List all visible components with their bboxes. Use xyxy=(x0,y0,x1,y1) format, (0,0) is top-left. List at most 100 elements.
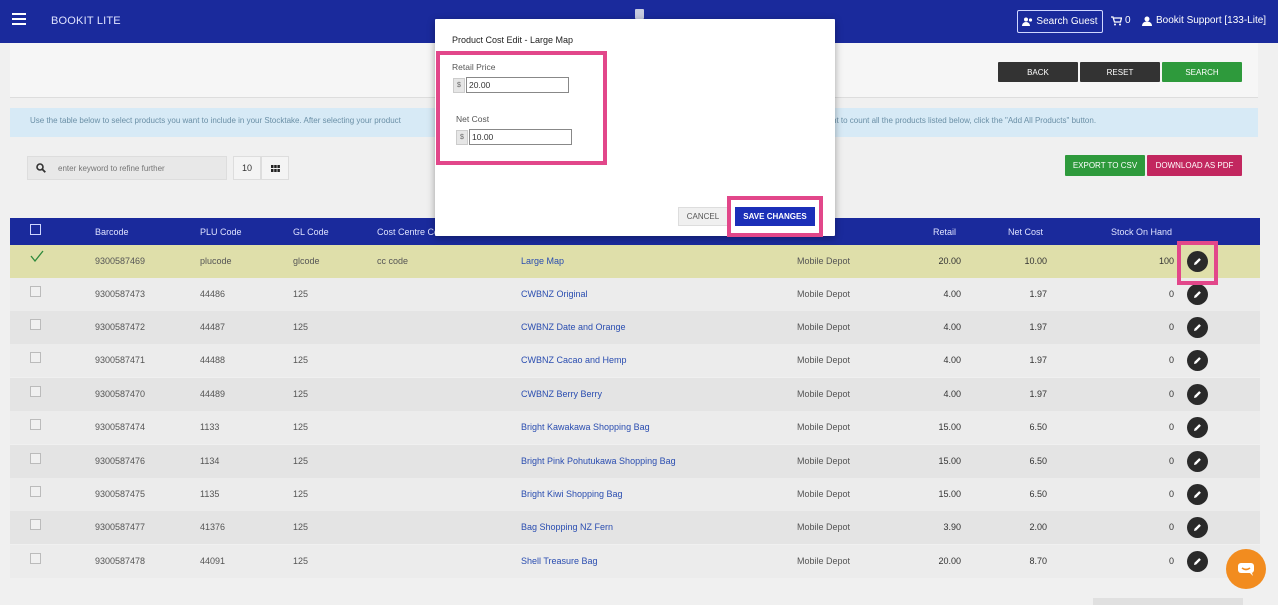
row-checkbox[interactable] xyxy=(30,319,41,330)
header-cost-centre[interactable]: Cost Centre Co xyxy=(377,227,439,237)
edit-button[interactable] xyxy=(1187,384,1208,405)
page-size-select[interactable]: 10 xyxy=(233,156,261,180)
pencil-icon xyxy=(1194,324,1201,331)
table-row[interactable]: 9300587475 1135 125 Bright Kiwi Shopping… xyxy=(10,478,1260,511)
cell-supplier: Mobile Depot xyxy=(797,489,851,499)
highlight-save-button xyxy=(727,196,823,237)
edit-button[interactable] xyxy=(1187,451,1208,472)
edit-button[interactable] xyxy=(1187,484,1208,505)
cell-product-name[interactable]: Large Map xyxy=(521,256,564,266)
cell-product-name[interactable]: CWBNZ Cacao and Hemp xyxy=(521,355,627,365)
table-row[interactable]: 9300587473 44486 125 CWBNZ Original Mobi… xyxy=(10,278,1260,311)
table-row[interactable]: 9300587469 plucode glcode cc code Large … xyxy=(10,245,1260,278)
export-csv-button[interactable]: EXPORT TO CSV xyxy=(1065,155,1145,176)
cell-plu: 1134 xyxy=(200,456,220,466)
reset-button[interactable]: RESET xyxy=(1080,62,1160,82)
cell-net-cost: 6.50 xyxy=(1029,489,1047,499)
cell-net-cost: 1.97 xyxy=(1029,289,1047,299)
table-row[interactable]: 9300587477 41376 125 Bag Shopping NZ Fer… xyxy=(10,511,1260,544)
cell-supplier: Mobile Depot xyxy=(797,322,851,332)
cell-stock: 0 xyxy=(1168,522,1174,532)
search-input[interactable] xyxy=(58,160,218,176)
cell-stock: 0 xyxy=(1168,456,1174,466)
cell-product-name[interactable]: CWBNZ Original xyxy=(521,289,588,299)
user-menu[interactable]: Bookit Support [133-Lite] xyxy=(1142,15,1266,26)
cell-barcode: 9300587477 xyxy=(95,522,146,532)
pencil-icon xyxy=(1194,491,1201,498)
chat-icon xyxy=(1238,563,1254,576)
cell-gl: 125 xyxy=(293,556,309,566)
highlight-price-fields xyxy=(436,51,607,165)
cell-product-name[interactable]: Bright Pink Pohutukawa Shopping Bag xyxy=(521,456,676,466)
cell-plu: 44091 xyxy=(200,556,226,566)
back-button[interactable]: BACK xyxy=(998,62,1078,82)
cell-product-name[interactable]: Bright Kiwi Shopping Bag xyxy=(521,489,623,499)
edit-button[interactable] xyxy=(1187,551,1208,572)
edit-button[interactable] xyxy=(1187,284,1208,305)
header-barcode[interactable]: Barcode xyxy=(95,227,129,237)
grid-icon xyxy=(270,164,280,172)
header-net-cost[interactable]: Net Cost xyxy=(1008,227,1043,237)
pagination xyxy=(1093,598,1243,605)
table-row[interactable]: 9300587471 44488 125 CWBNZ Cacao and Hem… xyxy=(10,344,1260,377)
cell-barcode: 9300587469 xyxy=(95,256,146,266)
header-retail[interactable]: Retail xyxy=(933,227,956,237)
pencil-icon xyxy=(1194,458,1201,465)
edit-button[interactable] xyxy=(1187,350,1208,371)
grid-view-button[interactable] xyxy=(261,156,289,180)
select-all-checkbox[interactable] xyxy=(30,224,41,235)
calendar-icon[interactable] xyxy=(635,9,644,19)
menu-icon[interactable] xyxy=(12,13,26,25)
row-checkbox[interactable] xyxy=(30,553,41,564)
cell-gl: 125 xyxy=(293,522,309,532)
cell-retail: 4.00 xyxy=(943,322,961,332)
cell-net-cost: 1.97 xyxy=(1029,389,1047,399)
pencil-icon xyxy=(1194,524,1201,531)
cancel-button[interactable]: CANCEL xyxy=(678,207,728,226)
users-icon xyxy=(1022,17,1033,26)
table-row[interactable]: 9300587478 44091 125 Shell Treasure Bag … xyxy=(10,545,1260,578)
info-text-left: Use the table below to select products y… xyxy=(30,116,401,125)
row-checkbox[interactable] xyxy=(30,386,41,397)
header-plu[interactable]: PLU Code xyxy=(200,227,242,237)
cell-plu: plucode xyxy=(200,256,232,266)
check-icon[interactable] xyxy=(30,250,44,262)
cell-product-name[interactable]: Bright Kawakawa Shopping Bag xyxy=(521,422,650,432)
search-button[interactable]: SEARCH xyxy=(1162,62,1242,82)
cart-icon xyxy=(1111,15,1122,25)
cart-button[interactable]: 0 xyxy=(1111,15,1131,26)
cell-cost-centre: cc code xyxy=(377,256,409,266)
header-gl[interactable]: GL Code xyxy=(293,227,329,237)
header-stock[interactable]: Stock On Hand xyxy=(1111,227,1172,237)
pencil-icon xyxy=(1194,558,1201,565)
table-row[interactable]: 9300587472 44487 125 CWBNZ Date and Oran… xyxy=(10,311,1260,344)
cell-plu: 44489 xyxy=(200,389,226,399)
row-checkbox[interactable] xyxy=(30,352,41,363)
cell-product-name[interactable]: Bag Shopping NZ Fern xyxy=(521,522,613,532)
cell-supplier: Mobile Depot xyxy=(797,355,851,365)
info-text-right: nt to count all the products listed belo… xyxy=(832,116,1097,125)
row-checkbox[interactable] xyxy=(30,286,41,297)
cell-product-name[interactable]: Shell Treasure Bag xyxy=(521,556,598,566)
cell-retail: 15.00 xyxy=(938,456,961,466)
row-checkbox[interactable] xyxy=(30,486,41,497)
table-row[interactable]: 9300587476 1134 125 Bright Pink Pohutuka… xyxy=(10,445,1260,478)
search-guest-button[interactable]: Search Guest xyxy=(1017,10,1103,33)
cell-barcode: 9300587470 xyxy=(95,389,146,399)
table-row[interactable]: 9300587470 44489 125 CWBNZ Berry Berry M… xyxy=(10,378,1260,411)
edit-button[interactable] xyxy=(1187,317,1208,338)
row-checkbox[interactable] xyxy=(30,453,41,464)
row-checkbox[interactable] xyxy=(30,519,41,530)
cell-gl: 125 xyxy=(293,456,309,466)
cell-barcode: 9300587476 xyxy=(95,456,146,466)
cell-product-name[interactable]: CWBNZ Berry Berry xyxy=(521,389,602,399)
edit-button[interactable] xyxy=(1187,517,1208,538)
chat-widget-button[interactable] xyxy=(1226,549,1266,589)
download-pdf-button[interactable]: DOWNLOAD AS PDF xyxy=(1147,155,1242,176)
cell-product-name[interactable]: CWBNZ Date and Orange xyxy=(521,322,626,332)
table-row[interactable]: 9300587474 1133 125 Bright Kawakawa Shop… xyxy=(10,411,1260,444)
cell-supplier: Mobile Depot xyxy=(797,456,851,466)
edit-button[interactable] xyxy=(1187,417,1208,438)
row-checkbox[interactable] xyxy=(30,419,41,430)
pencil-icon xyxy=(1194,424,1201,431)
